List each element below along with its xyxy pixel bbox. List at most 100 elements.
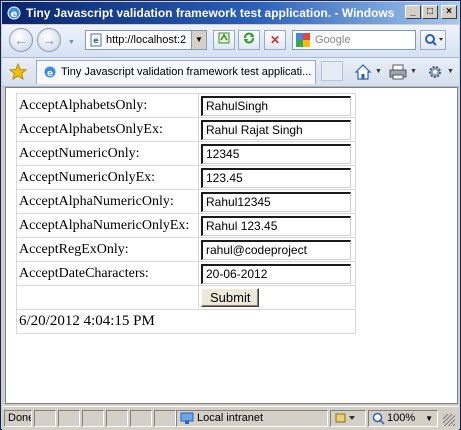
protected-mode-indicator[interactable] xyxy=(330,410,366,427)
print-icon[interactable] xyxy=(389,63,407,81)
security-zone[interactable]: Local intranet xyxy=(176,410,328,427)
submit-cell: Submit xyxy=(198,285,356,310)
ie-app-icon: e xyxy=(7,6,21,20)
back-button[interactable]: ← xyxy=(9,28,33,52)
form-row: AcceptAlphaNumericOnlyEx: xyxy=(16,213,356,238)
stop-icon: ✕ xyxy=(269,33,281,47)
home-dropdown-icon[interactable]: ▼ xyxy=(375,68,382,75)
field-label: AcceptNumericOnlyEx: xyxy=(16,165,199,190)
field-label: AcceptRegExOnly: xyxy=(16,237,199,262)
search-box[interactable]: Google xyxy=(292,30,416,50)
zoom-level: 100% xyxy=(387,412,416,424)
home-icon[interactable] xyxy=(354,63,372,81)
window-title: Tiny Javascript validation framework tes… xyxy=(26,6,398,20)
forward-button[interactable]: → xyxy=(37,28,61,52)
form-row: AcceptDateCharacters: xyxy=(16,261,356,286)
field-cell xyxy=(198,165,356,190)
accept-alphanumeric-only-input[interactable] xyxy=(201,191,351,212)
status-bar: Done Local intranet 100% ▼ xyxy=(2,406,459,430)
accept-alphanumeric-only-ex-input[interactable] xyxy=(201,215,351,236)
form-row: Submit xyxy=(16,285,356,310)
page-icon: e xyxy=(90,33,102,47)
compatibility-view-button[interactable] xyxy=(213,30,235,50)
tab-bar: e Tiny Javascript validation framework t… xyxy=(2,58,459,87)
accept-numeric-only-ex-input[interactable] xyxy=(201,167,351,188)
browser-window: e Tiny Javascript validation framework t… xyxy=(0,0,461,430)
accept-regex-only-input[interactable] xyxy=(201,239,351,260)
tab-label: Tiny Javascript validation framework tes… xyxy=(61,66,312,78)
address-dropdown-icon[interactable]: ▼ xyxy=(191,31,206,49)
form-row: AcceptAlphabetsOnly: xyxy=(16,93,356,118)
form-row: AcceptAlphaNumericOnly: xyxy=(16,189,356,214)
form-row: 6/20/2012 4:04:15 PM xyxy=(16,309,356,334)
status-pane xyxy=(106,410,128,427)
print-dropdown-icon[interactable]: ▼ xyxy=(410,68,417,75)
maximize-button[interactable]: □ xyxy=(422,5,438,19)
compatibility-icon xyxy=(218,32,230,44)
status-pane xyxy=(82,410,104,427)
history-dropdown-icon[interactable]: ▼ xyxy=(68,39,75,46)
svg-text:e: e xyxy=(11,9,18,20)
field-cell xyxy=(198,261,356,286)
zoom-icon xyxy=(372,412,385,425)
protected-mode-icon xyxy=(335,413,355,423)
field-cell xyxy=(198,237,356,262)
field-cell xyxy=(198,189,356,214)
tools-gear-icon[interactable] xyxy=(426,63,444,81)
status-pane xyxy=(154,410,176,427)
close-button[interactable]: × xyxy=(441,5,457,19)
navigation-bar: ← → ▼ e http://localhost:2 ▼ ✕ Google xyxy=(2,25,459,58)
status-text: Done xyxy=(4,410,32,427)
status-pane xyxy=(58,410,80,427)
search-button[interactable] xyxy=(420,30,446,50)
field-cell xyxy=(198,117,356,142)
zone-label: Local intranet xyxy=(197,412,264,424)
submit-button[interactable]: Submit xyxy=(201,288,260,307)
validation-form-table: AcceptAlphabetsOnly: AcceptAlphabetsOnly… xyxy=(16,93,356,334)
form-row: AcceptRegExOnly: xyxy=(16,237,356,262)
refresh-button[interactable] xyxy=(238,30,260,50)
field-cell xyxy=(198,213,356,238)
google-icon xyxy=(296,33,310,47)
back-arrow-icon: ← xyxy=(14,32,28,48)
svg-text:e: e xyxy=(47,69,53,79)
field-label: AcceptDateCharacters: xyxy=(16,261,199,286)
field-label: AcceptNumericOnly: xyxy=(16,141,199,166)
refresh-icon xyxy=(244,32,254,44)
field-label: AcceptAlphabetsOnly: xyxy=(16,93,199,118)
address-input[interactable]: http://localhost:2 xyxy=(106,34,190,46)
field-label: AcceptAlphabetsOnlyEx: xyxy=(16,117,199,142)
tools-dropdown-icon[interactable]: ▼ xyxy=(447,68,454,75)
stop-button[interactable]: ✕ xyxy=(264,30,286,50)
new-tab-button[interactable] xyxy=(321,61,343,81)
address-bar[interactable]: e http://localhost:2 ▼ xyxy=(85,30,207,50)
accept-numeric-only-input[interactable] xyxy=(201,143,351,164)
accept-date-characters-input[interactable] xyxy=(201,263,351,284)
resize-grip[interactable] xyxy=(443,414,455,426)
tab-active[interactable]: e Tiny Javascript validation framework t… xyxy=(36,60,316,84)
page-content: AcceptAlphabetsOnly: AcceptAlphabetsOnly… xyxy=(5,87,458,404)
field-cell xyxy=(198,141,356,166)
forward-arrow-icon: → xyxy=(42,32,56,48)
form-rows: AcceptAlphabetsOnly: AcceptAlphabetsOnly… xyxy=(16,93,356,334)
field-label: AcceptAlphaNumericOnly: xyxy=(16,189,199,214)
tab-page-icon: e xyxy=(44,66,56,79)
zoom-dropdown-icon[interactable]: ▼ xyxy=(425,411,433,426)
accept-alphabets-only-input[interactable] xyxy=(201,95,351,116)
empty-cell xyxy=(16,285,199,310)
status-pane xyxy=(130,410,152,427)
status-pane xyxy=(34,410,56,427)
minimize-button[interactable]: _ xyxy=(405,5,421,19)
magnifier-icon xyxy=(425,34,443,46)
favorites-star-icon[interactable] xyxy=(9,63,27,81)
intranet-zone-icon xyxy=(180,412,194,424)
search-placeholder: Google xyxy=(315,34,351,46)
accept-alphabets-only-ex-input[interactable] xyxy=(201,119,351,140)
title-bar[interactable]: e Tiny Javascript validation framework t… xyxy=(2,2,459,24)
zoom-control[interactable]: 100% ▼ xyxy=(368,410,438,427)
form-row: AcceptNumericOnly: xyxy=(16,141,356,166)
form-row: AcceptAlphabetsOnlyEx: xyxy=(16,117,356,142)
content-scroll-area[interactable]: AcceptAlphabetsOnly: AcceptAlphabetsOnly… xyxy=(6,88,457,403)
svg-text:e: e xyxy=(93,36,99,45)
field-label: AcceptAlphaNumericOnlyEx: xyxy=(16,213,199,238)
